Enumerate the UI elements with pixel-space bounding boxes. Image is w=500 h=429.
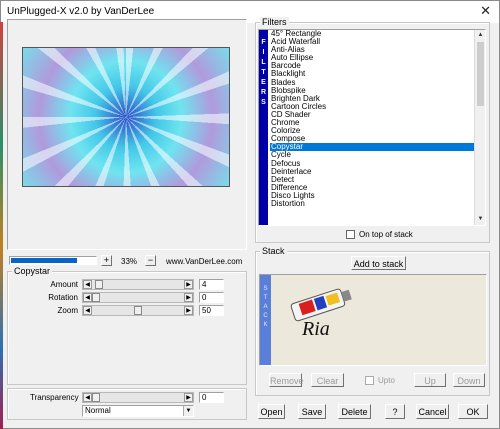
filters-side-letter: I (262, 49, 265, 56)
paint-tube-logo: Ria (290, 288, 352, 340)
zoom-out-button[interactable]: − (145, 255, 156, 266)
filters-items[interactable]: 45° Rectangle Acid Waterfall Anti-Alias Aut… (270, 30, 474, 208)
preview-panel (7, 19, 247, 250)
param-slider[interactable]: ◀ ▶ (82, 305, 194, 316)
filter-item[interactable]: Chrome (270, 118, 474, 127)
remove-button[interactable]: Remove (269, 373, 304, 387)
filter-item[interactable]: CD Shader (270, 110, 474, 119)
slider-thumb[interactable] (92, 393, 100, 402)
param-value[interactable]: 50 (199, 305, 224, 316)
zoom-level: 33% (121, 257, 138, 266)
transparency-slider[interactable]: ◀ ▶ (82, 392, 194, 403)
slider-thumb[interactable] (92, 293, 100, 302)
stack-side-banner: STACK (260, 275, 271, 365)
scroll-down-icon[interactable]: ▼ (476, 215, 485, 224)
slider-right-arrow-icon[interactable]: ▶ (184, 280, 193, 289)
param-slider[interactable]: ◀ ▶ (82, 279, 194, 290)
params-label: Copystar (12, 266, 53, 276)
param-label: Rotation (48, 293, 78, 302)
on-top-checkbox[interactable] (346, 230, 355, 239)
filters-side-letter: L (261, 59, 266, 66)
stack-watermark: Ria (301, 318, 330, 340)
slider-left-arrow-icon[interactable]: ◀ (83, 293, 92, 302)
slider-left-arrow-icon[interactable]: ◀ (83, 306, 92, 315)
filters-side-letter: E (261, 79, 266, 86)
filters-side-banner: FILTERS (259, 30, 268, 225)
stack-canvas[interactable]: STACK Ria (259, 274, 487, 366)
filters-label: Filters (260, 17, 289, 27)
scroll-up-icon[interactable]: ▲ (476, 31, 485, 40)
ok-button[interactable]: OK (458, 404, 488, 419)
blend-mode-value: Normal (85, 406, 111, 415)
filter-item[interactable]: Deinterlace (270, 167, 474, 176)
filter-item[interactable]: Cycle (270, 151, 474, 159)
stack-side-letter: S (263, 286, 268, 292)
help-button[interactable]: ? (385, 404, 405, 419)
zoom-in-button[interactable]: + (101, 255, 112, 266)
filters-side-letter: S (261, 99, 266, 106)
add-to-stack-button[interactable]: Add to stack (351, 256, 406, 270)
param-label: Zoom (57, 306, 78, 315)
slider-right-arrow-icon[interactable]: ▶ (184, 306, 193, 315)
stack-side-letter: C (263, 313, 268, 319)
param-value[interactable]: 4 (199, 279, 224, 290)
background-strip (0, 22, 3, 429)
transparency-value[interactable]: 0 (199, 392, 224, 403)
slider-left-arrow-icon[interactable]: ◀ (83, 280, 92, 289)
slider-thumb[interactable] (95, 280, 103, 289)
close-icon[interactable]: ✕ (480, 4, 491, 18)
upto-checkbox[interactable] (365, 376, 374, 385)
slider-right-arrow-icon[interactable]: ▶ (184, 293, 193, 302)
transparency-label: Transparency (30, 393, 79, 402)
preview-image[interactable] (22, 47, 230, 187)
slider-thumb[interactable] (134, 306, 142, 315)
stack-side-letter: A (263, 304, 268, 310)
cancel-button[interactable]: Cancel (416, 404, 449, 419)
stack-side-letter: K (263, 322, 268, 328)
clear-button[interactable]: Clear (311, 373, 344, 387)
website-link[interactable]: www.VanDerLee.com (166, 257, 242, 266)
stack-side-letter: T (263, 295, 268, 301)
filter-item[interactable]: Copystar (270, 143, 474, 152)
scroll-thumb[interactable] (477, 42, 484, 106)
progress-bar (9, 256, 97, 265)
chevron-down-icon[interactable]: ▼ (183, 406, 193, 416)
filters-scrollbar[interactable]: ▲ ▼ (474, 30, 485, 225)
window-title: UnPlugged-X v2.0 by VanDerLee (7, 6, 155, 17)
filters-side-letter: R (260, 89, 267, 96)
filters-side-letter: T (261, 69, 266, 76)
filters-side-letter: F (261, 39, 266, 46)
progress-fill (11, 258, 77, 263)
stack-label: Stack (260, 246, 287, 256)
save-button[interactable]: Save (298, 404, 326, 419)
up-button[interactable]: Up (414, 373, 446, 387)
delete-button[interactable]: Delete (338, 404, 371, 419)
slider-left-arrow-icon[interactable]: ◀ (83, 393, 92, 402)
upto-label: Upto (378, 376, 395, 385)
filter-item[interactable]: Distortion (270, 199, 474, 208)
filters-list[interactable]: FILTERS 45° Rectangle Acid Waterfall Anti-… (258, 29, 486, 226)
down-button[interactable]: Down (453, 373, 485, 387)
param-value[interactable]: 0 (199, 292, 224, 303)
blend-mode-select[interactable]: Normal ▼ (82, 405, 194, 417)
open-button[interactable]: Open (258, 404, 285, 419)
param-label: Amount (50, 280, 78, 289)
slider-right-arrow-icon[interactable]: ▶ (184, 393, 193, 402)
on-top-label: On top of stack (359, 230, 413, 239)
param-slider[interactable]: ◀ ▶ (82, 292, 194, 303)
filter-item[interactable]: Blacklight (270, 70, 474, 78)
